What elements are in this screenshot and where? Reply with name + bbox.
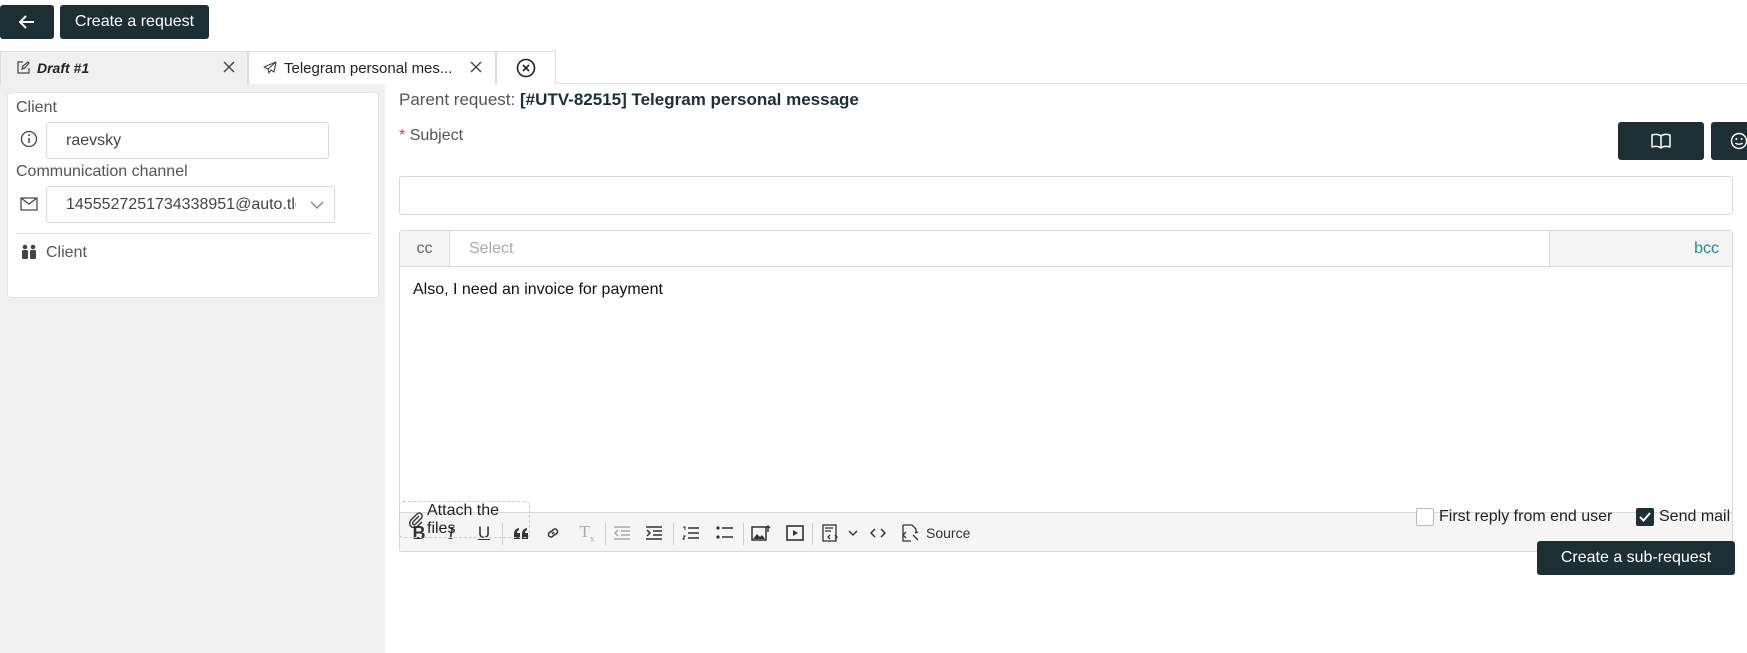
edit-icon [17,61,30,74]
first-reply-label: First reply from end user [1439,508,1613,525]
code-icon [870,527,886,539]
close-circle-icon [516,58,536,78]
book-icon [1651,133,1671,149]
emoji-button[interactable] [1711,122,1747,160]
close-icon[interactable] [470,61,482,73]
send-mail-checkbox[interactable] [1636,508,1654,526]
cc-button[interactable]: cc [400,231,450,267]
html-embed-icon [822,524,842,542]
create-subrequest-label: Create a sub-request [1560,549,1712,566]
channel-select[interactable]: 1455527251734338951@auto.tlgrm [46,186,335,223]
ordered-list-icon [682,526,700,540]
paperclip-icon [408,511,424,528]
outdent-button[interactable] [610,513,634,553]
client-field[interactable]: raevsky [46,122,329,159]
subject-label-group: * Subject [399,127,463,145]
recipients-select[interactable]: Select [450,231,1549,267]
cc-label: cc [416,239,433,257]
sidebar: Client raevsky Communication channel 145… [0,84,385,653]
toolbar-separator [605,523,606,545]
smile-icon [1730,132,1747,150]
toolbar-separator [812,523,813,545]
outdent-icon [613,526,631,540]
bcc-button[interactable]: bcc [1549,231,1732,267]
bullet-list-icon [716,526,734,540]
send-mail-label: Send mail [1659,508,1731,525]
recipients-placeholder: Select [469,239,514,257]
required-mark: * [399,127,406,144]
media-icon [786,525,804,541]
source-button[interactable]: Source [900,513,972,553]
mail-icon [20,197,38,211]
create-request-button[interactable]: Create a request [60,5,209,39]
divider [16,233,372,234]
ordered-list-button[interactable] [679,513,703,553]
client-link[interactable]: Client [46,244,87,262]
toolbar-separator [673,523,674,545]
html-embed-button[interactable] [818,513,862,553]
source-icon [900,524,920,542]
attach-label: Attach the files [427,501,500,537]
create-request-label: Create a request [74,13,195,30]
knowledge-base-button[interactable] [1618,122,1704,160]
code-button[interactable] [866,513,890,553]
close-icon[interactable] [223,61,235,73]
check-icon [1639,512,1651,522]
subject-label: Subject [409,127,464,144]
attach-files-button[interactable]: Attach the files [399,501,530,538]
bullet-list-button[interactable] [713,513,737,553]
parent-request-link[interactable]: [#UTV-82515] Telegram personal message [520,90,859,109]
arrow-left-icon [19,15,35,29]
chevron-down-icon [310,201,324,210]
toolbar-separator [743,523,744,545]
link-icon [545,525,561,541]
tab-draft[interactable]: Draft #1 [0,51,248,84]
close-all-tabs[interactable] [496,51,556,84]
tab-telegram-label: Telegram personal mes... [284,59,453,77]
media-button[interactable] [783,513,807,553]
users-icon [20,244,38,260]
indent-icon [645,526,663,540]
create-subrequest-button[interactable]: Create a sub-request [1537,541,1735,575]
channel-value: 1455527251734338951@auto.tlgrm [66,195,296,213]
image-upload-icon [751,525,771,541]
image-upload-button[interactable] [749,513,773,553]
channel-label: Communication channel [16,163,188,180]
link-button[interactable] [541,513,565,553]
first-reply-option[interactable]: First reply from end user [1416,508,1612,526]
parent-request-prefix: Parent request: [399,90,516,109]
clear-format-button[interactable]: Tx [575,513,599,553]
info-icon [20,130,38,148]
bcc-label: bcc [1694,239,1719,257]
client-label: Client [16,99,57,116]
parent-request: Parent request: [#UTV-82515] Telegram pe… [399,90,859,110]
back-button[interactable] [0,5,54,39]
editor-box: cc Select bcc Also, I need an invoice fo… [399,230,1733,552]
subject-input[interactable] [399,176,1733,215]
send-icon [263,61,277,74]
tab-telegram[interactable]: Telegram personal mes... [248,51,496,84]
message-text: Also, I need an invoice for payment [413,281,663,298]
send-mail-option[interactable]: Send mail [1636,508,1730,526]
tabs-bar: Draft #1 Telegram personal mes... [0,50,1747,84]
message-body[interactable]: Also, I need an invoice for payment [400,267,1732,512]
first-reply-checkbox[interactable] [1416,508,1434,526]
indent-button[interactable] [642,513,666,553]
chevron-down-icon [848,530,858,536]
client-card: Client raevsky Communication channel 145… [7,92,379,298]
clear-format-icon: Tx [579,522,595,544]
source-label: Source [926,525,971,541]
main-panel: Parent request: [#UTV-82515] Telegram pe… [385,84,1747,653]
tab-draft-label: Draft #1 [37,60,90,76]
client-value: raevsky [66,131,122,149]
